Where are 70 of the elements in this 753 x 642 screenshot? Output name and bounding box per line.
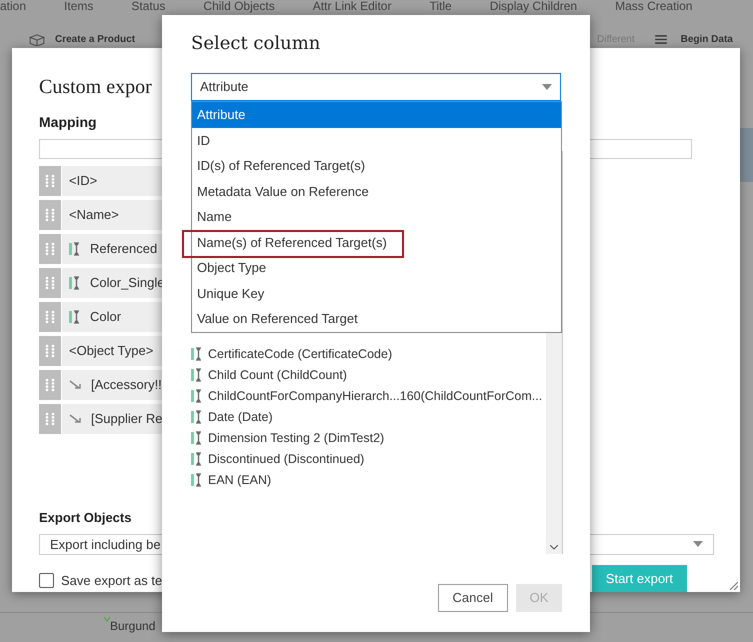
grip-icon (45, 310, 55, 324)
section-label: Mapping (39, 113, 97, 132)
app-tab[interactable]: Attr Link Editor (312, 0, 392, 13)
caret-icon (542, 84, 552, 90)
attribute-icon (191, 431, 202, 445)
app-tab[interactable]: Status (131, 0, 166, 13)
diagonal-arrow-icon (69, 414, 81, 424)
app-tab[interactable]: ation (0, 0, 26, 13)
grip-icon (45, 378, 55, 392)
attribute-icon (69, 276, 80, 290)
dropdown-option[interactable]: Attribute (192, 102, 561, 128)
grip-icon (45, 242, 55, 256)
drag-handle[interactable] (39, 268, 61, 298)
drag-handle[interactable] (39, 336, 61, 366)
app-tab[interactable]: Display Children (490, 0, 578, 13)
column-type-select[interactable]: Attribute (191, 73, 561, 101)
header-band (740, 128, 753, 182)
attribute-icon (191, 368, 202, 382)
drag-handle[interactable] (39, 370, 61, 400)
attribute-item[interactable]: EAN (EAN) (191, 471, 546, 489)
section-label: Export Objects (39, 509, 132, 527)
attribute-icon (69, 310, 80, 324)
attribute-icon (191, 389, 202, 403)
attribute-item[interactable]: Date (Date) (191, 408, 546, 426)
resize-grip-icon (728, 580, 738, 590)
drag-handle[interactable] (39, 200, 61, 230)
dropdown-option[interactable]: Unique Key (192, 280, 561, 306)
drag-handle[interactable] (39, 166, 61, 196)
attribute-item[interactable]: Child Count (ChildCount) (191, 366, 546, 384)
checkbox[interactable] (39, 573, 54, 588)
dropdown-option[interactable]: Metadata Value on Reference (192, 178, 561, 204)
dropdown-option[interactable]: Object Type (192, 255, 561, 280)
box-icon (29, 34, 45, 46)
toolbar-button[interactable]: Create a Product (55, 32, 136, 47)
app-tab[interactable]: Items (64, 0, 94, 13)
grip-icon (45, 208, 55, 222)
checkmark-icon (104, 617, 110, 622)
attribute-item[interactable]: ChildCountForCompanyHierarch...160(ChildCountForCom... (191, 387, 546, 405)
drag-handle[interactable] (39, 302, 61, 332)
attribute-item[interactable]: Dimension Testing 2 (DimTest2) (191, 429, 546, 447)
attribute-icon (69, 242, 80, 256)
attribute-icon (191, 473, 202, 487)
dropdown-option[interactable]: ID (192, 128, 561, 153)
drag-handle[interactable] (39, 234, 61, 264)
checkbox-label: Save export as te (61, 572, 162, 590)
dropdown-option[interactable]: ID(s) of Referenced Target(s) (192, 153, 561, 178)
caret-icon (693, 541, 703, 548)
attribute-icon (191, 347, 202, 361)
dialog-title: Custom expor (39, 75, 152, 100)
grip-icon (45, 344, 55, 358)
table-cell: Burgund (104, 617, 156, 642)
app-tab[interactable]: Title (429, 0, 452, 13)
diagonal-arrow-icon (69, 380, 81, 390)
grip-icon (45, 276, 55, 290)
toolbar-button[interactable]: Begin Data (680, 32, 733, 47)
dropdown-option[interactable]: Name (192, 204, 561, 230)
app-tab[interactable]: Child Objects (203, 0, 275, 13)
attribute-item[interactable]: CertificateCode (CertificateCode) (191, 345, 546, 363)
app-tab[interactable]: Mass Creation (615, 0, 692, 13)
dropdown-option[interactable]: Value on Referenced Target (192, 306, 561, 332)
chevron-down-icon (550, 545, 558, 550)
drag-handle[interactable] (39, 404, 61, 434)
attribute-icon (191, 452, 202, 466)
cancel-button[interactable]: Cancel (438, 584, 508, 612)
attribute-icon (191, 410, 202, 424)
grip-icon (45, 174, 55, 188)
attribute-item[interactable]: Discontinued (Discontinued) (191, 450, 546, 468)
menu-icon (654, 35, 667, 44)
dialog-title: Select column (191, 32, 322, 56)
grip-icon (45, 412, 55, 426)
